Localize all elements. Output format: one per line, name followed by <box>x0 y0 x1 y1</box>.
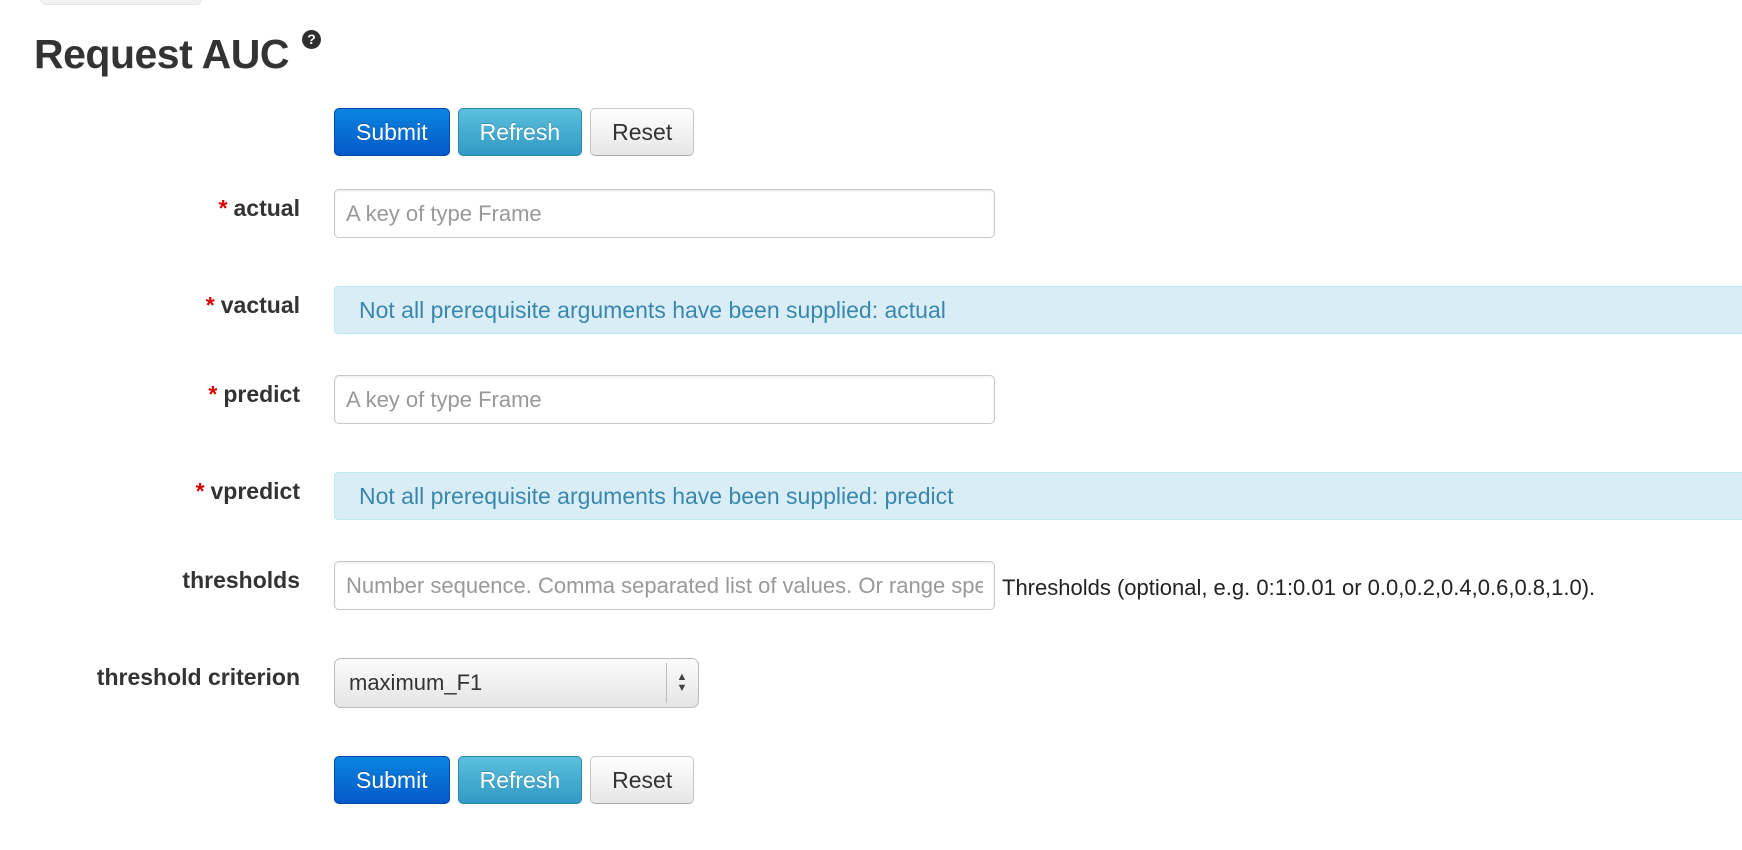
required-marker: * <box>205 292 215 318</box>
vactual-info-message: Not all prerequisite arguments have been… <box>334 286 1742 334</box>
reset-button-bottom[interactable]: Reset <box>590 756 695 804</box>
reset-button-top[interactable]: Reset <box>590 108 695 156</box>
thresholds-help-text: Thresholds (optional, e.g. 0:1:0.01 or 0… <box>1002 575 1596 600</box>
threshold-criterion-select[interactable]: maximum_F1 ▲ ▼ <box>334 658 699 708</box>
form-row-vactual: * vactual Not all prerequisite arguments … <box>0 286 1742 336</box>
actual-input[interactable] <box>334 189 995 238</box>
vpredict-label-text: vpredict <box>210 478 300 504</box>
actual-label: * actual <box>219 195 300 222</box>
submit-button-bottom[interactable]: Submit <box>334 756 450 804</box>
predict-label: * predict <box>208 381 300 408</box>
actual-label-text: actual <box>233 195 300 221</box>
required-marker: * <box>218 195 228 221</box>
form-row-threshold-criterion: threshold criterion maximum_F1 ▲ ▼ <box>0 658 1742 708</box>
refresh-button-bottom[interactable]: Refresh <box>457 756 583 804</box>
vactual-label-text: vactual <box>220 292 300 318</box>
required-marker: * <box>208 381 218 407</box>
required-marker: * <box>195 478 205 504</box>
threshold-criterion-selected-value: maximum_F1 <box>349 670 483 695</box>
thresholds-label: thresholds <box>182 567 300 594</box>
threshold-criterion-label: threshold criterion <box>97 664 300 691</box>
submit-button-top[interactable]: Submit <box>334 108 450 156</box>
vactual-label: * vactual <box>206 292 300 319</box>
bottom-button-row: Submit Refresh Reset <box>334 756 695 804</box>
top-button-row: Submit Refresh Reset <box>334 108 695 156</box>
predict-label-text: predict <box>223 381 300 407</box>
page: Request AUC ? Submit Refresh Reset * actu… <box>0 0 1742 850</box>
arrow-down-icon: ▼ <box>676 682 688 694</box>
form-row-actual: * actual <box>0 189 1742 239</box>
form-row-predict: * predict <box>0 375 1742 425</box>
vpredict-label: * vpredict <box>196 478 300 505</box>
thresholds-input[interactable] <box>334 561 995 610</box>
predict-input[interactable] <box>334 375 995 424</box>
form-row-thresholds: thresholds Thresholds (optional, e.g. 0:… <box>0 561 1742 611</box>
select-divider <box>666 663 667 703</box>
help-icon[interactable]: ? <box>301 30 321 49</box>
page-title: Request AUC <box>34 31 289 77</box>
form-row-vpredict: * vpredict Not all prerequisite arguments… <box>0 472 1742 522</box>
select-arrows-icon: ▲ ▼ <box>674 669 690 697</box>
thresholds-label-text: thresholds <box>182 567 300 593</box>
top-tab-edge <box>40 0 202 5</box>
vpredict-info-message: Not all prerequisite arguments have been… <box>334 472 1742 520</box>
title-area: Request AUC ? <box>34 26 321 82</box>
refresh-button-top[interactable]: Refresh <box>457 108 583 156</box>
threshold-criterion-label-text: threshold criterion <box>96 664 300 690</box>
